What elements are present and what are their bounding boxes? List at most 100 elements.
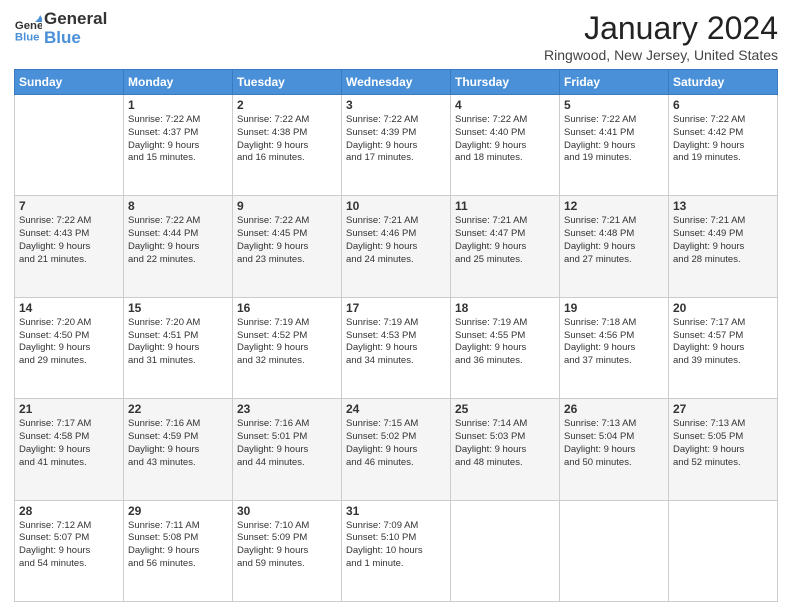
weekday-header-monday: Monday (124, 70, 233, 95)
cell-info: Sunrise: 7:21 AMSunset: 4:49 PMDaylight:… (673, 215, 773, 266)
calendar-cell: 12Sunrise: 7:21 AMSunset: 4:48 PMDayligh… (560, 196, 669, 297)
location: Ringwood, New Jersey, United States (544, 47, 778, 63)
calendar-week-row: 14 Sunrise: 7:20 AMSunset: 4:50 PMDayligh… (15, 297, 778, 398)
calendar-cell: 16 Sunrise: 7:19 AMSunset: 4:52 PMDayligh… (233, 297, 342, 398)
day-number: 10 (346, 199, 446, 213)
calendar-week-row: 1 Sunrise: 7:22 AMSunset: 4:37 PMDaylight… (15, 95, 778, 196)
calendar-cell: 13 Sunrise: 7:21 AMSunset: 4:49 PMDayligh… (669, 196, 778, 297)
cell-info: Sunrise: 7:16 AMSunset: 5:01 PMDaylight:… (237, 418, 337, 469)
day-number: 9 (237, 199, 337, 213)
calendar-cell: 3 Sunrise: 7:22 AMSunset: 4:39 PMDaylight… (342, 95, 451, 196)
day-number: 22 (128, 402, 228, 416)
day-number: 6 (673, 98, 773, 112)
cell-info: Sunrise: 7:14 AMSunset: 5:03 PMDaylight:… (455, 418, 555, 469)
cell-info: Sunrise: 7:21 AMSunset: 4:46 PMDaylight:… (346, 215, 446, 266)
day-number: 20 (673, 301, 773, 315)
day-number: 23 (237, 402, 337, 416)
calendar-cell: 29 Sunrise: 7:11 AMSunset: 5:08 PMDayligh… (124, 500, 233, 601)
cell-info: Sunrise: 7:22 AMSunset: 4:43 PMDaylight:… (19, 215, 119, 266)
day-number: 15 (128, 301, 228, 315)
calendar-cell: 1 Sunrise: 7:22 AMSunset: 4:37 PMDaylight… (124, 95, 233, 196)
day-number: 24 (346, 402, 446, 416)
cell-info: Sunrise: 7:20 AMSunset: 4:50 PMDaylight:… (19, 317, 119, 368)
cell-info: Sunrise: 7:09 AMSunset: 5:10 PMDaylight:… (346, 520, 446, 571)
logo-icon: General Blue (14, 15, 42, 43)
day-number: 28 (19, 504, 119, 518)
calendar-cell: 6 Sunrise: 7:22 AMSunset: 4:42 PMDaylight… (669, 95, 778, 196)
calendar-cell: 23 Sunrise: 7:16 AMSunset: 5:01 PMDayligh… (233, 399, 342, 500)
calendar-cell: 7 Sunrise: 7:22 AMSunset: 4:43 PMDaylight… (15, 196, 124, 297)
weekday-header-wednesday: Wednesday (342, 70, 451, 95)
calendar-cell (451, 500, 560, 601)
day-number: 2 (237, 98, 337, 112)
calendar-week-row: 7 Sunrise: 7:22 AMSunset: 4:43 PMDaylight… (15, 196, 778, 297)
cell-info: Sunrise: 7:21 AMSunset: 4:47 PMDaylight:… (455, 215, 555, 266)
calendar-cell: 25 Sunrise: 7:14 AMSunset: 5:03 PMDayligh… (451, 399, 560, 500)
calendar-cell: 27Sunrise: 7:13 AMSunset: 5:05 PMDayligh… (669, 399, 778, 500)
calendar-cell: 22 Sunrise: 7:16 AMSunset: 4:59 PMDayligh… (124, 399, 233, 500)
calendar-cell: 8Sunrise: 7:22 AMSunset: 4:44 PMDaylight… (124, 196, 233, 297)
calendar-cell: 24 Sunrise: 7:15 AMSunset: 5:02 PMDayligh… (342, 399, 451, 500)
calendar-cell: 31 Sunrise: 7:09 AMSunset: 5:10 PMDayligh… (342, 500, 451, 601)
weekday-header-sunday: Sunday (15, 70, 124, 95)
calendar-week-row: 28Sunrise: 7:12 AMSunset: 5:07 PMDayligh… (15, 500, 778, 601)
calendar-cell: 11Sunrise: 7:21 AMSunset: 4:47 PMDayligh… (451, 196, 560, 297)
cell-info: Sunrise: 7:17 AMSunset: 4:57 PMDaylight:… (673, 317, 773, 368)
cell-info: Sunrise: 7:15 AMSunset: 5:02 PMDaylight:… (346, 418, 446, 469)
calendar-cell: 19Sunrise: 7:18 AMSunset: 4:56 PMDayligh… (560, 297, 669, 398)
title-area: January 2024 Ringwood, New Jersey, Unite… (544, 10, 778, 63)
calendar-cell: 20 Sunrise: 7:17 AMSunset: 4:57 PMDayligh… (669, 297, 778, 398)
svg-text:Blue: Blue (15, 31, 40, 43)
calendar-cell: 15 Sunrise: 7:20 AMSunset: 4:51 PMDayligh… (124, 297, 233, 398)
day-number: 31 (346, 504, 446, 518)
day-number: 13 (673, 199, 773, 213)
day-number: 14 (19, 301, 119, 315)
cell-info: Sunrise: 7:22 AMSunset: 4:39 PMDaylight:… (346, 114, 446, 165)
cell-info: Sunrise: 7:19 AMSunset: 4:53 PMDaylight:… (346, 317, 446, 368)
cell-info: Sunrise: 7:20 AMSunset: 4:51 PMDaylight:… (128, 317, 228, 368)
logo-blue: Blue (44, 29, 107, 48)
calendar-cell: 5 Sunrise: 7:22 AMSunset: 4:41 PMDaylight… (560, 95, 669, 196)
cell-info: Sunrise: 7:13 AMSunset: 5:05 PMDaylight:… (673, 418, 773, 469)
cell-info: Sunrise: 7:22 AMSunset: 4:42 PMDaylight:… (673, 114, 773, 165)
cell-info: Sunrise: 7:11 AMSunset: 5:08 PMDaylight:… (128, 520, 228, 571)
cell-info: Sunrise: 7:22 AMSunset: 4:45 PMDaylight:… (237, 215, 337, 266)
weekday-header-thursday: Thursday (451, 70, 560, 95)
day-number: 8 (128, 199, 228, 213)
weekday-header-row: SundayMondayTuesdayWednesdayThursdayFrid… (15, 70, 778, 95)
weekday-header-tuesday: Tuesday (233, 70, 342, 95)
logo-general: General (44, 10, 107, 29)
cell-info: Sunrise: 7:22 AMSunset: 4:41 PMDaylight:… (564, 114, 664, 165)
day-number: 25 (455, 402, 555, 416)
day-number: 30 (237, 504, 337, 518)
calendar-table: SundayMondayTuesdayWednesdayThursdayFrid… (14, 69, 778, 602)
day-number: 3 (346, 98, 446, 112)
day-number: 7 (19, 199, 119, 213)
month-title: January 2024 (544, 10, 778, 47)
calendar-cell: 14 Sunrise: 7:20 AMSunset: 4:50 PMDayligh… (15, 297, 124, 398)
day-number: 18 (455, 301, 555, 315)
day-number: 5 (564, 98, 664, 112)
cell-info: Sunrise: 7:22 AMSunset: 4:37 PMDaylight:… (128, 114, 228, 165)
cell-info: Sunrise: 7:22 AMSunset: 4:40 PMDaylight:… (455, 114, 555, 165)
day-number: 16 (237, 301, 337, 315)
weekday-header-friday: Friday (560, 70, 669, 95)
calendar-cell: 17Sunrise: 7:19 AMSunset: 4:53 PMDayligh… (342, 297, 451, 398)
calendar-cell (669, 500, 778, 601)
weekday-header-saturday: Saturday (669, 70, 778, 95)
day-number: 21 (19, 402, 119, 416)
cell-info: Sunrise: 7:21 AMSunset: 4:48 PMDaylight:… (564, 215, 664, 266)
cell-info: Sunrise: 7:19 AMSunset: 4:52 PMDaylight:… (237, 317, 337, 368)
cell-info: Sunrise: 7:10 AMSunset: 5:09 PMDaylight:… (237, 520, 337, 571)
calendar-cell: 26Sunrise: 7:13 AMSunset: 5:04 PMDayligh… (560, 399, 669, 500)
day-number: 29 (128, 504, 228, 518)
calendar-cell: 2Sunrise: 7:22 AMSunset: 4:38 PMDaylight… (233, 95, 342, 196)
calendar-cell: 4Sunrise: 7:22 AMSunset: 4:40 PMDaylight… (451, 95, 560, 196)
calendar-cell (15, 95, 124, 196)
calendar-cell: 9 Sunrise: 7:22 AMSunset: 4:45 PMDaylight… (233, 196, 342, 297)
cell-info: Sunrise: 7:16 AMSunset: 4:59 PMDaylight:… (128, 418, 228, 469)
header: General Blue General Blue January 2024 R… (14, 10, 778, 63)
day-number: 1 (128, 98, 228, 112)
calendar-cell: 10 Sunrise: 7:21 AMSunset: 4:46 PMDayligh… (342, 196, 451, 297)
cell-info: Sunrise: 7:17 AMSunset: 4:58 PMDaylight:… (19, 418, 119, 469)
